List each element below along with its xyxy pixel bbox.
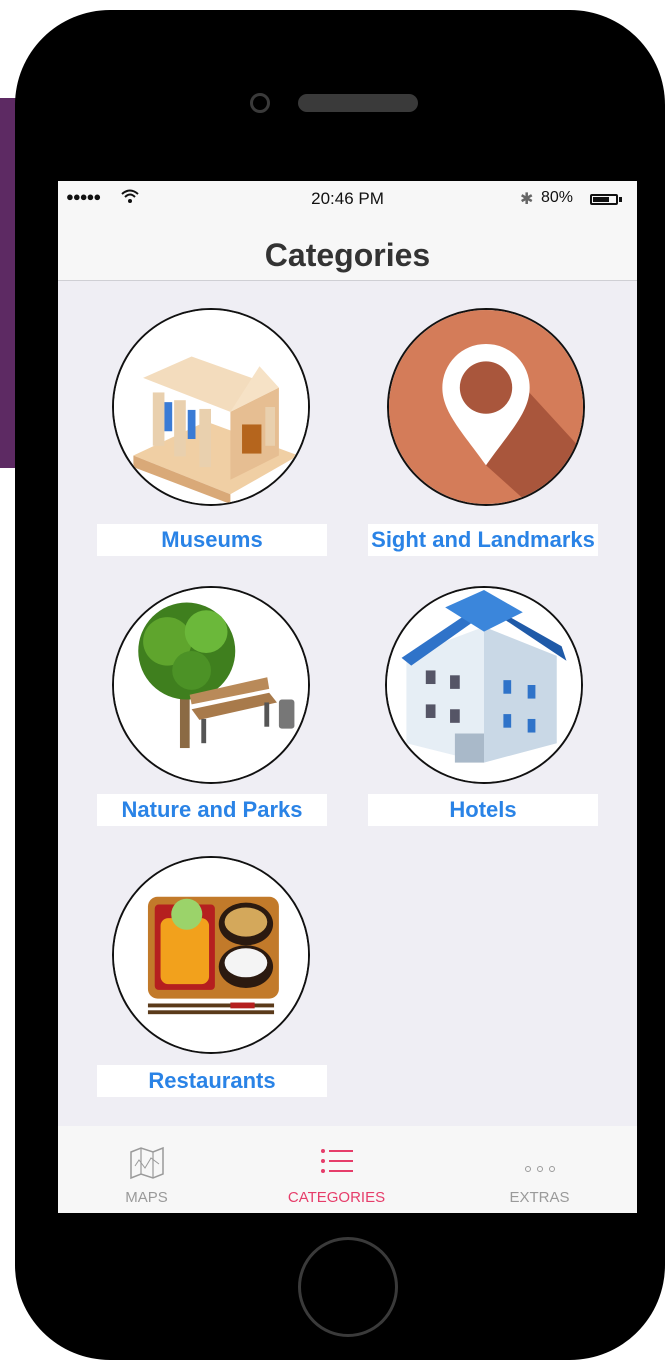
tab-label-extras: EXTRAS: [509, 1189, 570, 1206]
front-camera: [250, 93, 270, 113]
earpiece-speaker: [298, 94, 418, 112]
tab-label-maps: MAPS: [125, 1189, 168, 1206]
list-icon: [240, 1146, 433, 1180]
page-title: Categories: [264, 237, 431, 273]
status-bar: ●●●●● 20:46 PM ✱ 80%: [58, 181, 637, 217]
tab-label-categories: CATEGORIES: [287, 1189, 386, 1206]
tree-bench-icon[interactable]: [112, 586, 310, 784]
museum-building-icon[interactable]: [112, 308, 310, 506]
tab-maps[interactable]: MAPS: [58, 1126, 243, 1213]
more-dots-icon: [443, 1146, 636, 1180]
navigation-bar: Categories: [58, 217, 637, 281]
hotel-building-icon[interactable]: [385, 586, 583, 784]
category-label[interactable]: Sight and Landmarks: [368, 524, 598, 556]
tab-extras[interactable]: EXTRAS: [443, 1126, 636, 1213]
battery-tip: [619, 197, 622, 202]
category-label[interactable]: Restaurants: [97, 1065, 327, 1097]
app-screen: ●●●●● 20:46 PM ✱ 80% Categories Museums …: [58, 181, 637, 1213]
map-pin-icon[interactable]: [387, 308, 585, 506]
battery-icon: [590, 194, 618, 205]
category-label[interactable]: Nature and Parks: [97, 794, 327, 826]
category-label[interactable]: Hotels: [368, 794, 598, 826]
food-tray-icon[interactable]: [112, 856, 310, 1054]
tab-categories[interactable]: CATEGORIES: [240, 1126, 433, 1213]
bluetooth-icon: ✱: [520, 191, 534, 208]
category-label[interactable]: Museums: [97, 524, 327, 556]
battery-percent: 80%: [541, 189, 574, 206]
tab-bar: MAPS CATEGORIES EXTRAS: [58, 1126, 637, 1213]
map-icon: [58, 1146, 243, 1180]
home-button[interactable]: [298, 1237, 398, 1337]
